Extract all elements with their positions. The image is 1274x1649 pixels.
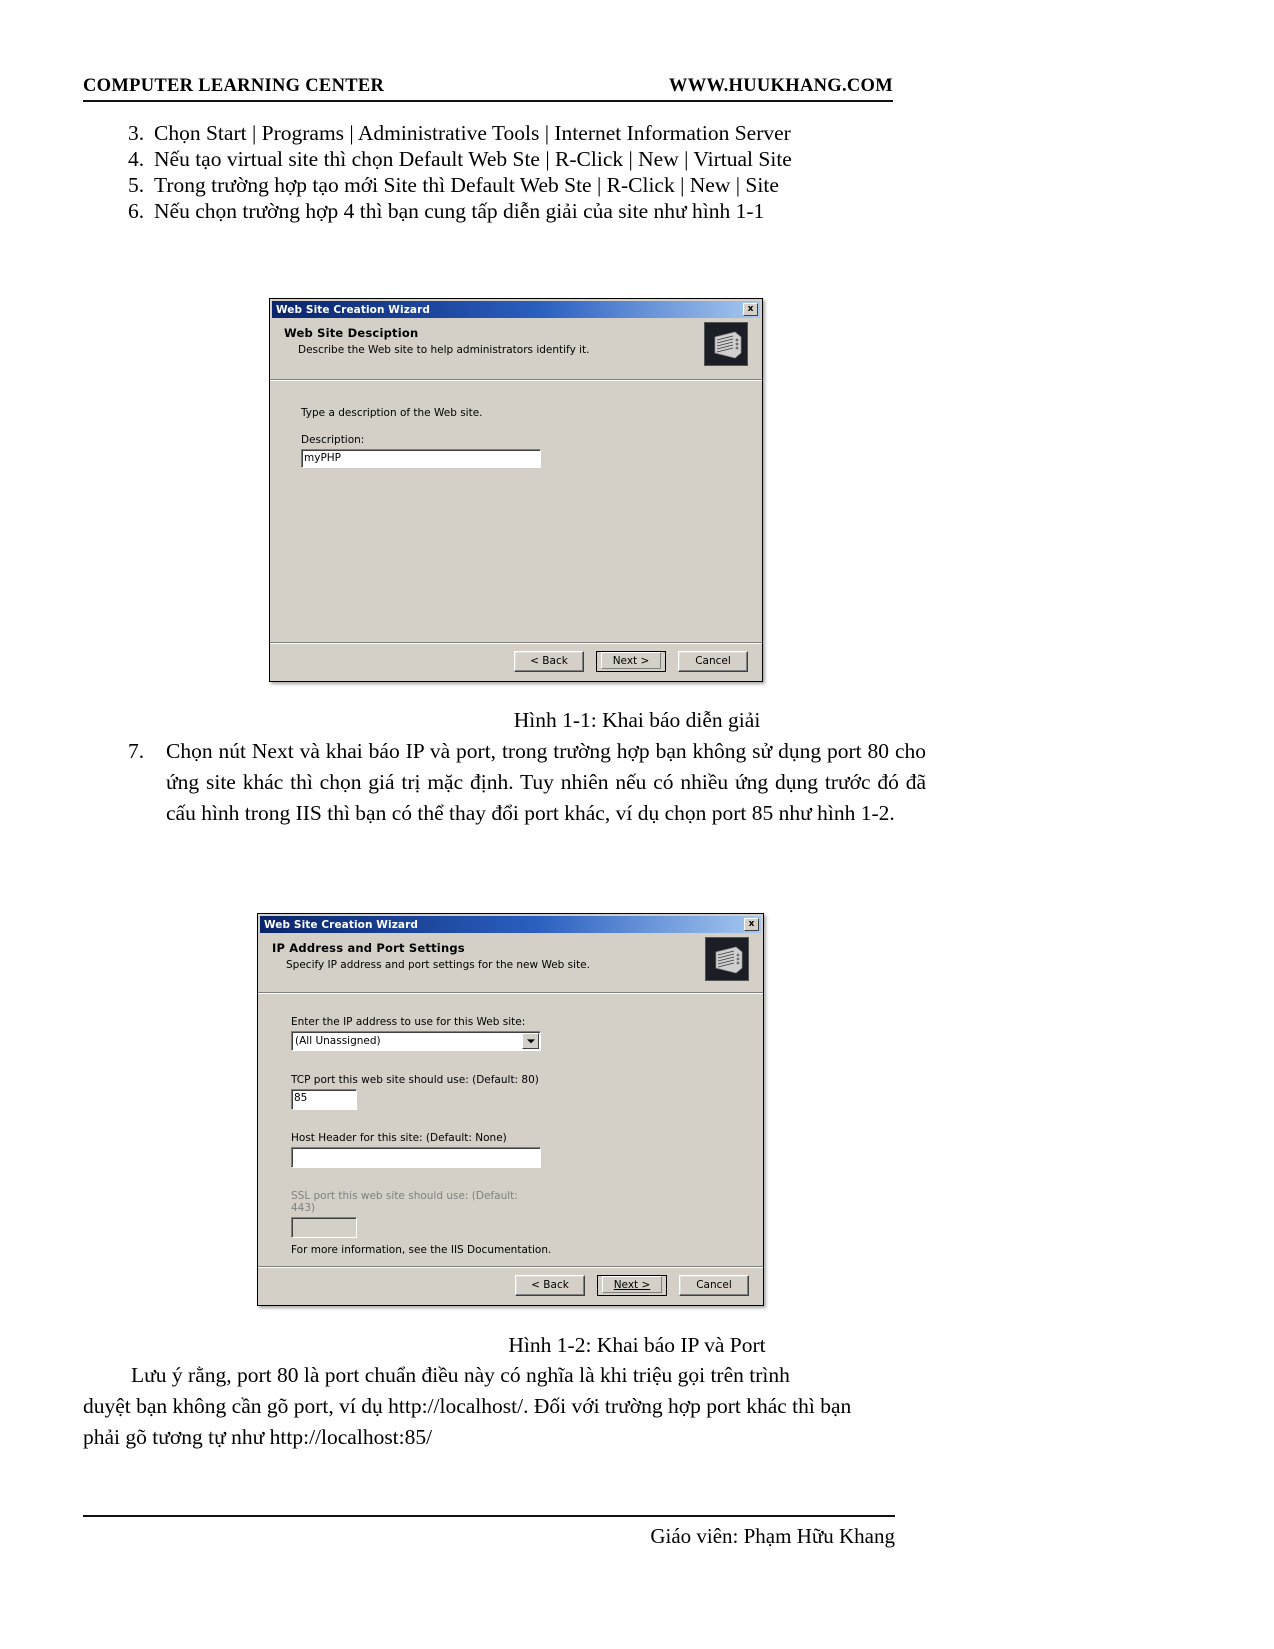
back-button[interactable]: < Back xyxy=(515,1275,585,1296)
ip-address-value: (All Unassigned) xyxy=(295,1035,381,1047)
banner-subtitle: Describe the Web site to help administra… xyxy=(298,344,590,356)
list-item: 4. Nếu tạo virtual site thì chọn Default… xyxy=(128,146,918,172)
next-button[interactable]: Next > xyxy=(596,651,666,672)
note-line-2: duyệt bạn không cần gõ port, ví dụ http:… xyxy=(83,1394,852,1418)
close-icon[interactable]: x xyxy=(743,303,758,316)
footer-text: Giáo viên: Phạm Hữu Khang xyxy=(650,1524,895,1548)
header-right-url: WWW.HUUKHANG.COM xyxy=(668,76,893,96)
dialog-title: Web Site Creation Wizard xyxy=(264,918,418,931)
step-number: 7. xyxy=(128,739,145,763)
dialog-banner: IP Address and Port Settings Specify IP … xyxy=(258,933,763,993)
more-information-text: For more information, see the IIS Docume… xyxy=(291,1244,552,1256)
tcp-port-input[interactable]: 85 xyxy=(291,1089,357,1110)
step-text: Chọn Start | Programs | Administrative T… xyxy=(154,121,791,145)
cancel-button[interactable]: Cancel xyxy=(678,651,748,672)
web-site-creation-wizard-ip-port-dialog[interactable]: Web Site Creation Wizard x IP Address an… xyxy=(257,913,764,1306)
step-text: Chọn nút Next và khai báo IP và port, tr… xyxy=(166,739,926,825)
description-prompt: Type a description of the Web site. xyxy=(301,407,483,419)
page-header: COMPUTER LEARNING CENTER WWW.HUUKHANG.CO… xyxy=(83,76,893,102)
header-left-title: COMPUTER LEARNING CENTER xyxy=(83,76,385,96)
server-icon xyxy=(705,937,749,981)
ssl-port-input xyxy=(291,1217,357,1238)
close-icon[interactable]: x xyxy=(744,918,759,931)
banner-subtitle: Specify IP address and port settings for… xyxy=(286,959,590,971)
cancel-button[interactable]: Cancel xyxy=(679,1275,749,1296)
back-button[interactable]: < Back xyxy=(514,651,584,672)
banner-heading: Web Site Desciption xyxy=(284,326,419,340)
list-item: 6. Nếu chọn trường hợp 4 thì bạn cung tấ… xyxy=(128,198,918,224)
ip-address-select[interactable]: (All Unassigned) xyxy=(291,1031,541,1051)
next-button-label: Next > xyxy=(602,1276,662,1293)
dialog-button-bar: < Back Next > Cancel xyxy=(270,644,762,681)
footer-divider xyxy=(83,1515,895,1517)
chevron-down-icon[interactable] xyxy=(522,1033,539,1049)
step-number: 6. xyxy=(128,199,145,223)
dialog-titlebar[interactable]: Web Site Creation Wizard x xyxy=(272,301,760,318)
dialog-title: Web Site Creation Wizard xyxy=(276,303,430,316)
step-text: Nếu tạo virtual site thì chọn Default We… xyxy=(154,147,792,171)
list-item: 3. Chọn Start | Programs | Administrativ… xyxy=(128,120,918,146)
dialog-button-bar: < Back Next > Cancel xyxy=(258,1268,763,1305)
figure-2-caption: Hình 1-2: Khai báo IP và Port xyxy=(508,1333,766,1357)
tcp-port-label: TCP port this web site should use: (Defa… xyxy=(291,1074,539,1086)
note-line-3: phải gõ tương tự như http://localhost:85… xyxy=(83,1425,433,1449)
step-text: Trong trường hợp tạo mới Site thì Defaul… xyxy=(154,173,779,197)
steps-list: 3. Chọn Start | Programs | Administrativ… xyxy=(128,120,918,224)
host-header-input[interactable] xyxy=(291,1147,541,1168)
ip-address-label: Enter the IP address to use for this Web… xyxy=(291,1016,526,1028)
web-site-creation-wizard-description-dialog[interactable]: Web Site Creation Wizard x Web Site Desc… xyxy=(269,298,763,682)
banner-heading: IP Address and Port Settings xyxy=(272,941,465,955)
closing-note: Lưu ý rằng, port 80 là port chuẩn điều n… xyxy=(83,1360,898,1453)
step-number: 3. xyxy=(128,121,145,145)
list-item: 5. Trong trường hợp tạo mới Site thì Def… xyxy=(128,172,918,198)
next-button-label: Next > xyxy=(601,652,661,669)
step-number: 4. xyxy=(128,147,145,171)
dialog-body: Type a description of the Web site. Desc… xyxy=(270,380,762,642)
description-input[interactable]: myPHP xyxy=(301,449,541,468)
step-7-paragraph: 7. Chọn nút Next và khai báo IP và port,… xyxy=(128,736,926,829)
ssl-port-label: SSL port this web site should use: (Defa… xyxy=(291,1190,518,1214)
step-text: Nếu chọn trường hợp 4 thì bạn cung tấp d… xyxy=(154,199,765,223)
dialog-body: Enter the IP address to use for this Web… xyxy=(258,993,763,1266)
header-divider xyxy=(83,100,893,102)
note-line-1: Lưu ý rằng, port 80 là port chuẩn điều n… xyxy=(131,1363,790,1387)
next-button[interactable]: Next > xyxy=(597,1275,667,1296)
dialog-banner: Web Site Desciption Describe the Web sit… xyxy=(270,318,762,380)
host-header-label: Host Header for this site: (Default: Non… xyxy=(291,1132,507,1144)
description-field-label: Description: xyxy=(301,434,365,446)
figure-1-caption: Hình 1-1: Khai báo diễn giải xyxy=(513,708,761,732)
dialog-titlebar[interactable]: Web Site Creation Wizard x xyxy=(260,916,761,933)
server-icon xyxy=(704,322,748,366)
step-number: 5. xyxy=(128,173,145,197)
